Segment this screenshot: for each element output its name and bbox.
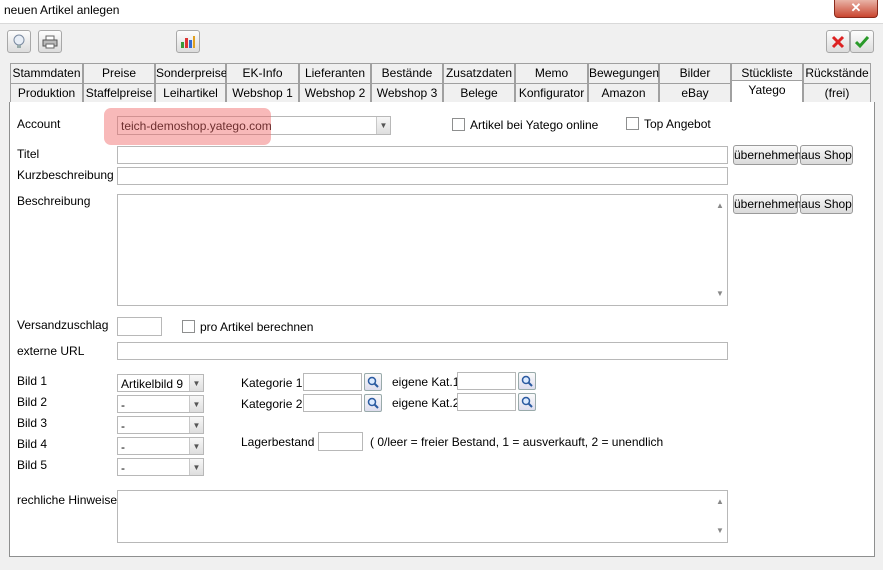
online-label: Artikel bei Yatego online: [470, 118, 599, 132]
eigene-kat2-label: eigene Kat.2: [392, 396, 460, 410]
online-checkbox[interactable]: [452, 118, 465, 131]
versandzuschlag-input[interactable]: [117, 317, 162, 336]
tab-belege[interactable]: Belege: [443, 83, 515, 103]
bild2-value: -: [121, 398, 125, 412]
kategorie2-label: Kategorie 2: [241, 397, 303, 411]
eigene-kat2-search-icon[interactable]: [518, 393, 536, 411]
externe-url-input[interactable]: [117, 342, 728, 360]
account-select[interactable]: teich-demoshop.yatego.com ▼: [117, 116, 391, 135]
kurzbeschreibung-label: Kurzbeschreibung: [17, 168, 114, 182]
bild1-label: Bild 1: [17, 374, 48, 388]
titel-input[interactable]: [117, 146, 728, 164]
tab-frei[interactable]: (frei): [803, 83, 871, 103]
tab-sonderpreise[interactable]: Sonderpreise: [155, 63, 227, 83]
rechliche-hinweise-label: rechliche Hinweise: [17, 493, 118, 507]
pro-artikel-label: pro Artikel berechnen: [200, 320, 314, 334]
kategorie1-search-icon[interactable]: [364, 373, 382, 391]
beschreibung-textarea[interactable]: ▲ ▼: [117, 194, 728, 306]
bild3-value: -: [121, 419, 125, 433]
eigene-kat1-search-icon[interactable]: [518, 372, 536, 390]
tab-produktion[interactable]: Produktion: [10, 83, 83, 103]
chevron-down-icon: ▼: [189, 375, 203, 391]
beschreibung-uebernehmen-button[interactable]: übernehmen: [733, 194, 801, 214]
tab-webshop-1[interactable]: Webshop 1: [226, 83, 299, 103]
beschreibung-label: Beschreibung: [17, 194, 91, 208]
chevron-down-icon: ▼: [376, 117, 390, 134]
bild4-select[interactable]: - ▼: [117, 437, 204, 455]
tab-staffelpreise[interactable]: Staffelpreise: [83, 83, 155, 103]
tab-amazon[interactable]: Amazon: [588, 83, 659, 103]
rechliche-hinweise-textarea[interactable]: ▲ ▼: [117, 490, 728, 543]
beschreibung-aus-shop-button[interactable]: aus Shop: [800, 194, 853, 214]
beschreibung-scrollbar[interactable]: ▲ ▼: [713, 195, 727, 305]
tab-stammdaten[interactable]: Stammdaten: [10, 63, 83, 83]
tab-memo[interactable]: Memo: [515, 63, 588, 83]
account-label: Account: [17, 117, 61, 131]
window-title: neuen Artikel anlegen: [4, 3, 120, 17]
tab-bewegungen[interactable]: Bewegungen: [588, 63, 659, 83]
top-angebot-checkbox[interactable]: [626, 117, 639, 130]
tab-zusatzdaten[interactable]: Zusatzdaten: [443, 63, 515, 83]
externe-url-label: externe URL: [17, 344, 85, 358]
chevron-down-icon: ▼: [189, 396, 203, 412]
lightbulb-icon[interactable]: [7, 30, 31, 53]
lagerbestand-label: Lagerbestand: [241, 435, 315, 449]
window-close-button[interactable]: ✕: [834, 0, 878, 18]
tab-lieferanten[interactable]: Lieferanten: [299, 63, 371, 83]
kategorie2-search-icon[interactable]: [364, 394, 382, 412]
tab-rueckstaende[interactable]: Rückstände: [803, 63, 871, 83]
chevron-down-icon: ▼: [189, 459, 203, 475]
tab-leihartikel[interactable]: Leihartikel: [155, 83, 226, 103]
account-value: teich-demoshop.yatego.com: [121, 119, 272, 133]
kategorie1-label: Kategorie 1: [241, 376, 303, 390]
tab-webshop-3[interactable]: Webshop 3: [371, 83, 443, 103]
chevron-down-icon: ▼: [189, 438, 203, 454]
cancel-x-icon[interactable]: [826, 30, 850, 53]
bild5-label: Bild 5: [17, 458, 48, 472]
tab-webshop-2[interactable]: Webshop 2: [299, 83, 371, 103]
eigene-kat1-input[interactable]: [457, 372, 516, 390]
confirm-check-icon[interactable]: [850, 30, 874, 53]
bild1-value: Artikelbild 9: [121, 377, 184, 391]
bild4-label: Bild 4: [17, 437, 48, 451]
bild1-select[interactable]: Artikelbild 9 ▼: [117, 374, 204, 392]
kurzbeschreibung-input[interactable]: [117, 167, 728, 185]
tab-ebay[interactable]: eBay: [659, 83, 731, 103]
titel-uebernehmen-button[interactable]: übernehmen: [733, 145, 801, 165]
titel-label: Titel: [17, 147, 40, 161]
toolbar: [0, 25, 883, 57]
hinweise-scrollbar[interactable]: ▲ ▼: [713, 491, 727, 542]
titel-aus-shop-button[interactable]: aus Shop: [800, 145, 853, 165]
bild5-value: -: [121, 461, 125, 475]
bar-chart-icon[interactable]: [176, 30, 200, 53]
printer-icon[interactable]: [38, 30, 62, 53]
tab-preise[interactable]: Preise: [83, 63, 155, 83]
lagerbestand-input[interactable]: [318, 432, 363, 451]
top-angebot-label: Top Angebot: [644, 117, 711, 131]
kategorie2-input[interactable]: [303, 394, 362, 412]
tab-yatego[interactable]: Yatego: [731, 80, 803, 102]
title-bar: neuen Artikel anlegen ✕: [0, 0, 883, 24]
bild2-select[interactable]: - ▼: [117, 395, 204, 413]
bild4-value: -: [121, 440, 125, 454]
tab-ek-info[interactable]: EK-Info: [226, 63, 299, 83]
pro-artikel-checkbox[interactable]: [182, 320, 195, 333]
bild5-select[interactable]: - ▼: [117, 458, 204, 476]
tab-bestaende[interactable]: Bestände: [371, 63, 443, 83]
lagerbestand-hint: ( 0/leer = freier Bestand, 1 = ausverkau…: [370, 435, 664, 449]
tab-konfigurator[interactable]: Konfigurator: [515, 83, 588, 103]
chevron-down-icon: ▼: [189, 417, 203, 433]
versandzuschlag-label: Versandzuschlag: [17, 318, 109, 332]
bild3-select[interactable]: - ▼: [117, 416, 204, 434]
kategorie1-input[interactable]: [303, 373, 362, 391]
tab-bilder[interactable]: Bilder: [659, 63, 731, 83]
bild3-label: Bild 3: [17, 416, 48, 430]
bild2-label: Bild 2: [17, 395, 48, 409]
eigene-kat2-input[interactable]: [457, 393, 516, 411]
eigene-kat1-label: eigene Kat.1: [392, 375, 460, 389]
